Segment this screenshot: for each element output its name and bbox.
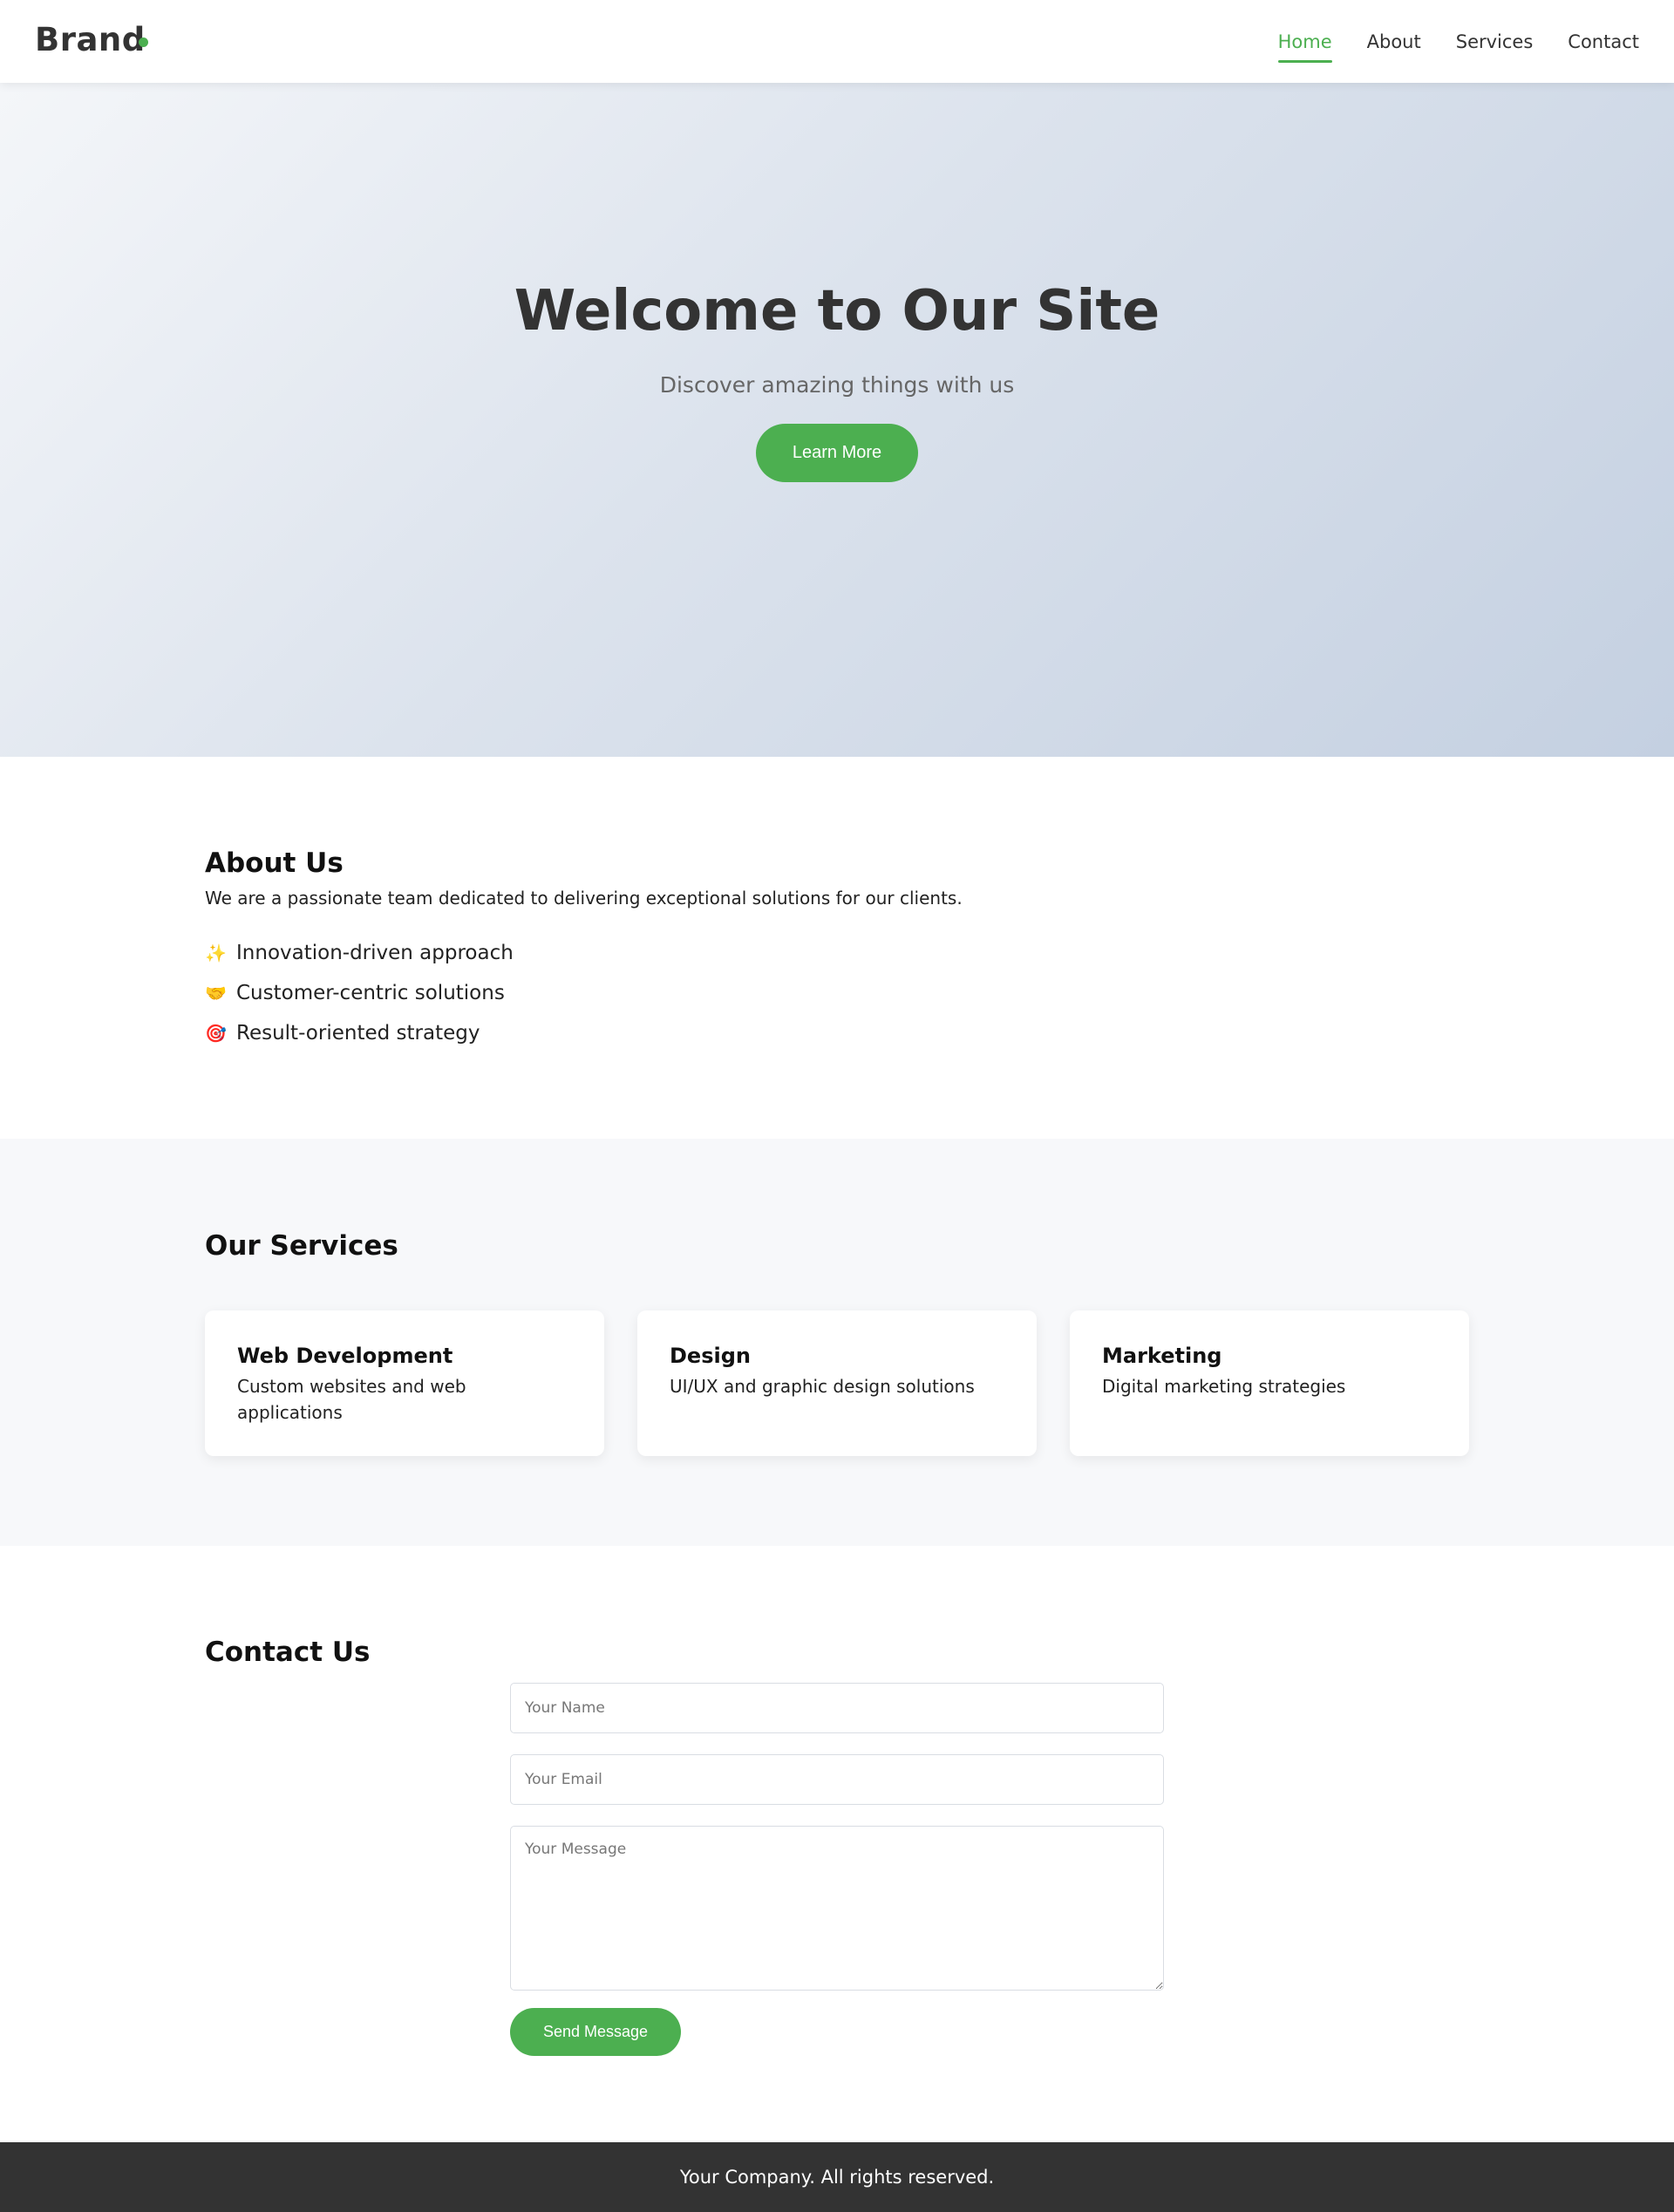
contact-title: Contact Us (205, 1637, 371, 1668)
list-item: 🎯 Result-oriented strategy (205, 1013, 514, 1053)
handshake-icon: 🤝 (205, 983, 227, 1004)
site-footer: Your Company. All rights reserved. (0, 2142, 1674, 2212)
about-description: We are a passionate team dedicated to de… (205, 888, 963, 909)
brand-dot-icon (139, 37, 148, 47)
services-section: Our Services Web Development Custom webs… (0, 1139, 1674, 1546)
email-input[interactable] (510, 1754, 1164, 1805)
service-card-design: Design UI/UX and graphic design solution… (637, 1310, 1037, 1456)
site-header: Brand Home About Services Contact (0, 0, 1674, 83)
target-icon: 🎯 (205, 1023, 227, 1044)
nav-item-contact[interactable]: Contact (1568, 31, 1639, 52)
list-item: ✨ Innovation-driven approach (205, 933, 514, 973)
learn-more-button[interactable]: Learn More (756, 424, 918, 482)
footer-copyright: Your Company. All rights reserved. (679, 2167, 995, 2188)
service-card-title: Marketing (1102, 1344, 1222, 1368)
name-input[interactable] (510, 1683, 1164, 1733)
message-textarea[interactable] (510, 1826, 1164, 1991)
service-card-description: Custom websites and web applications (237, 1376, 466, 1423)
feature-label: Result-oriented strategy (236, 1022, 480, 1045)
hero-title: Welcome to Our Site (514, 279, 1160, 344)
service-card-web-development: Web Development Custom websites and web … (205, 1310, 604, 1456)
service-card-description: Digital marketing strategies (1102, 1376, 1346, 1397)
about-title: About Us (205, 847, 344, 879)
nav-item-services[interactable]: Services (1456, 31, 1534, 52)
send-message-button[interactable]: Send Message (510, 2008, 681, 2056)
brand-logo[interactable]: Brand (35, 21, 146, 58)
service-card-description: UI/UX and graphic design solutions (670, 1376, 975, 1397)
list-item: 🤝 Customer-centric solutions (205, 973, 514, 1013)
feature-label: Innovation-driven approach (236, 942, 514, 964)
main-nav: Home About Services Contact (1243, 0, 1639, 83)
service-card-marketing: Marketing Digital marketing strategies (1070, 1310, 1469, 1456)
nav-item-home[interactable]: Home (1277, 31, 1332, 63)
services-title: Our Services (205, 1230, 398, 1262)
service-card-title: Web Development (237, 1344, 453, 1368)
feature-label: Customer-centric solutions (236, 982, 505, 1004)
sparkles-icon: ✨ (205, 943, 227, 963)
hero-section: Welcome to Our Site Discover amazing thi… (0, 83, 1674, 757)
about-feature-list: ✨ Innovation-driven approach 🤝 Customer-… (205, 933, 514, 1053)
nav-item-about[interactable]: About (1367, 31, 1421, 52)
hero-subtitle: Discover amazing things with us (659, 372, 1015, 398)
service-card-title: Design (670, 1344, 751, 1368)
